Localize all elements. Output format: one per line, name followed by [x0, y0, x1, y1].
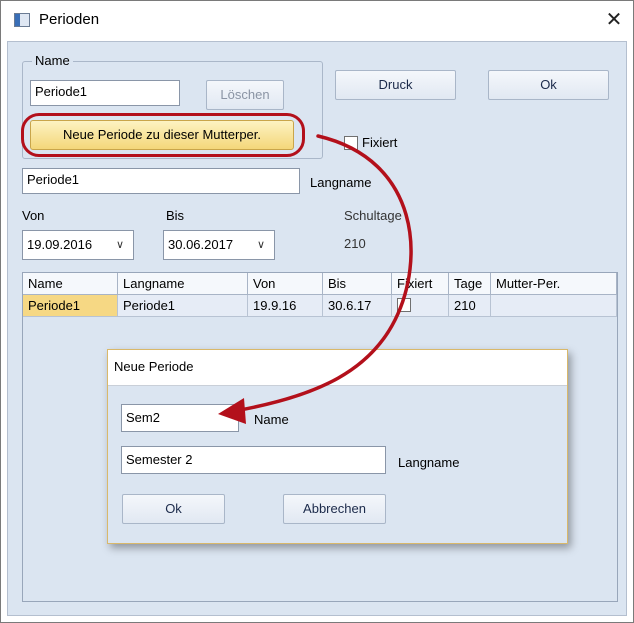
- longname-input[interactable]: Periode1: [22, 168, 300, 194]
- column-header-von[interactable]: Von: [248, 273, 323, 295]
- perioden-window: Perioden ✕ Name Periode1 Löschen Druck O…: [0, 0, 634, 623]
- chevron-down-icon[interactable]: ∨: [257, 238, 265, 251]
- fixed-checkbox[interactable]: [344, 136, 358, 150]
- to-date-value: 30.06.2017: [168, 237, 234, 252]
- column-header-mutter-per[interactable]: Mutter-Per.: [491, 273, 617, 295]
- cell-name[interactable]: Periode1: [23, 295, 118, 317]
- cell-von[interactable]: 19.9.16: [248, 295, 323, 317]
- column-header-tage[interactable]: Tage: [449, 273, 491, 295]
- dialog-longname-input[interactable]: Semester 2: [121, 446, 386, 474]
- window-title: Perioden: [39, 11, 100, 28]
- from-label: Von: [22, 208, 45, 223]
- column-header-langname[interactable]: Langname: [118, 273, 248, 295]
- dialog-ok-button[interactable]: Ok: [122, 494, 225, 524]
- highlight-oval: [21, 113, 305, 157]
- app-window-icon: [14, 13, 30, 27]
- cell-tage[interactable]: 210: [449, 295, 491, 317]
- row-fixed-checkbox[interactable]: [397, 298, 411, 312]
- chevron-down-icon[interactable]: ∨: [116, 238, 124, 251]
- column-header-name[interactable]: Name: [23, 273, 118, 295]
- dialog-cancel-button[interactable]: Abbrechen: [283, 494, 386, 524]
- to-label: Bis: [166, 208, 185, 223]
- cell-langname[interactable]: Periode1: [118, 295, 248, 317]
- title-bar: Perioden ✕: [1, 1, 633, 41]
- dialog-body: Name Periode1 Löschen Druck Ok Neue Peri…: [7, 41, 627, 616]
- name-group-label: Name: [32, 53, 73, 68]
- dialog-name-label: Name: [254, 412, 289, 427]
- column-header-bis[interactable]: Bis: [323, 273, 392, 295]
- new-period-dialog: Neue Periode Sem2 Name Semester 2 Langna…: [107, 349, 568, 544]
- delete-button[interactable]: Löschen: [206, 80, 284, 110]
- ok-button[interactable]: Ok: [488, 70, 609, 100]
- print-button[interactable]: Druck: [335, 70, 456, 100]
- cell-fixiert[interactable]: [392, 295, 449, 317]
- column-header-fixiert[interactable]: Fixiert: [392, 273, 449, 295]
- schooldays-value: 210: [344, 236, 366, 251]
- fixed-label: Fixiert: [362, 135, 398, 150]
- close-icon[interactable]: ✕: [599, 6, 629, 34]
- schooldays-label: Schultage: [344, 208, 402, 223]
- dialog-title: Neue Periode: [108, 350, 567, 386]
- period-name-input[interactable]: Periode1: [30, 80, 180, 106]
- from-date-value: 19.09.2016: [27, 237, 93, 252]
- dialog-longname-label: Langname: [398, 455, 460, 470]
- dialog-name-input[interactable]: Sem2: [121, 404, 239, 432]
- cell-mutter-per[interactable]: [491, 295, 617, 317]
- longname-label: Langname: [310, 175, 372, 190]
- cell-bis[interactable]: 30.6.17: [323, 295, 392, 317]
